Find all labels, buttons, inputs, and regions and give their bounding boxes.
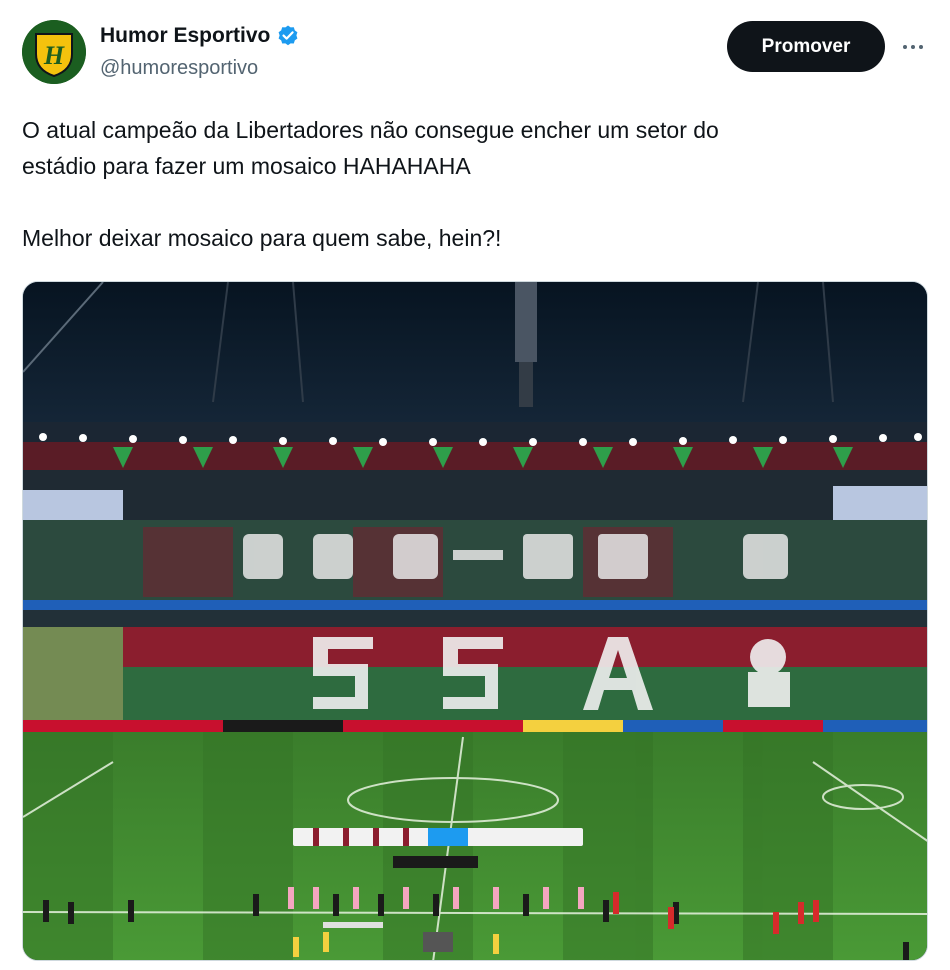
tweet-line: Melhor deixar mosaico para quem sabe, he… (22, 225, 502, 251)
tweet-photo[interactable] (22, 281, 928, 961)
author-handle[interactable]: @humoresportivo (100, 57, 258, 80)
tweet-line: estádio para fazer um mosaico HAHAHAHA (22, 153, 471, 179)
shield-logo-icon: H (22, 20, 86, 84)
display-name[interactable]: Humor Esportivo (100, 24, 270, 48)
tweet-line: O atual campeão da Libertadores não cons… (22, 117, 719, 143)
author-name-row: Humor Esportivo (100, 24, 300, 48)
tweet-text: O atual campeão da Libertadores não cons… (22, 112, 922, 256)
night-sky (23, 282, 927, 442)
ellipsis-icon[interactable] (898, 32, 928, 62)
stadium-photo (23, 282, 927, 960)
promote-button[interactable]: Promover (727, 21, 885, 72)
avatar[interactable]: H (22, 20, 86, 84)
avatar-letter: H (43, 41, 65, 70)
verified-badge-icon (276, 24, 300, 48)
